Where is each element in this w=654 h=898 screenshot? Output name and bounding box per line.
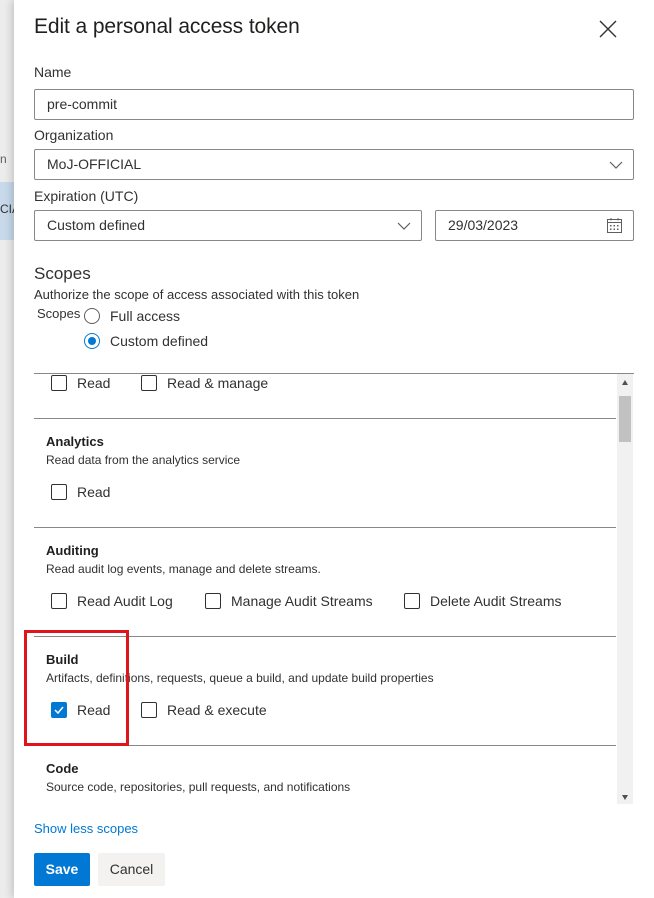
section-desc-analytics: Read data from the analytics service [46,453,241,467]
scopes-scrollbar[interactable] [617,374,633,804]
checkbox-auditing-delete-streams[interactable] [404,593,420,609]
chevron-down-icon [397,219,411,236]
edit-token-dialog: Edit a personal access token Name pre-co… [14,0,654,898]
radio-custom-defined[interactable] [84,333,100,349]
checkbox-label: Read Audit Log [77,593,173,609]
dialog-title: Edit a personal access token [34,15,300,38]
cancel-button[interactable]: Cancel [98,853,165,886]
scopes-group-label: Scopes [37,306,81,321]
expiration-dropdown[interactable]: Custom defined [34,210,422,241]
scroll-down-arrow-icon[interactable] [622,795,628,800]
organization-label: Organization [34,127,114,143]
section-title-code: Code [46,761,79,776]
section-divider [34,527,616,528]
expiration-label: Expiration (UTC) [34,188,139,204]
checkbox-auditing-manage-streams[interactable] [205,593,221,609]
name-label: Name [34,64,72,80]
checkbox-label: Read & manage [167,375,269,391]
save-button[interactable]: Save [34,853,90,886]
expiration-value: Custom defined [47,217,146,233]
organization-value: MoJ-OFFICIAL [47,156,142,172]
checkbox-top-read-manage[interactable] [141,375,157,391]
expiration-date-input[interactable]: 29/03/2023 [435,210,634,241]
section-title-analytics: Analytics [46,434,104,449]
section-desc-auditing: Read audit log events, manage and delete… [46,562,321,576]
scopes-subtitle: Authorize the scope of access associated… [34,287,360,302]
background-selected-item: CIA [0,182,20,240]
checkbox-label: Delete Audit Streams [430,593,562,609]
radio-full-access-label[interactable]: Full access [110,308,180,324]
checkbox-label: Read [77,375,111,391]
background-panel [0,0,14,898]
name-input-value: pre-commit [47,96,118,112]
chevron-down-icon [609,158,623,175]
checkbox-analytics-read[interactable] [51,484,67,500]
close-icon[interactable] [596,17,620,41]
radio-custom-defined-label[interactable]: Custom defined [110,333,208,349]
annotation-highlight-box [24,630,129,746]
background-text-fragment: n [0,152,7,166]
calendar-icon[interactable] [606,217,623,237]
checkbox-label: Read & execute [167,702,267,718]
name-input[interactable]: pre-commit [34,89,634,120]
checkbox-auditing-read-log[interactable] [51,593,67,609]
scroll-up-arrow-icon[interactable] [622,380,628,385]
organization-dropdown[interactable]: MoJ-OFFICIAL [34,149,634,180]
section-divider [34,418,616,419]
section-title-auditing: Auditing [46,543,99,558]
section-desc-code: Source code, repositories, pull requests… [46,780,351,794]
scrollbar-thumb[interactable] [619,396,631,442]
checkbox-build-read-execute[interactable] [141,702,157,718]
checkbox-top-read[interactable] [51,375,67,391]
show-less-scopes-link[interactable]: Show less scopes [34,821,138,836]
checkbox-label: Manage Audit Streams [231,593,373,609]
checkbox-label: Read [77,484,111,500]
expiration-date-value: 29/03/2023 [448,217,519,233]
radio-full-access[interactable] [84,308,100,324]
scopes-heading: Scopes [34,264,91,283]
